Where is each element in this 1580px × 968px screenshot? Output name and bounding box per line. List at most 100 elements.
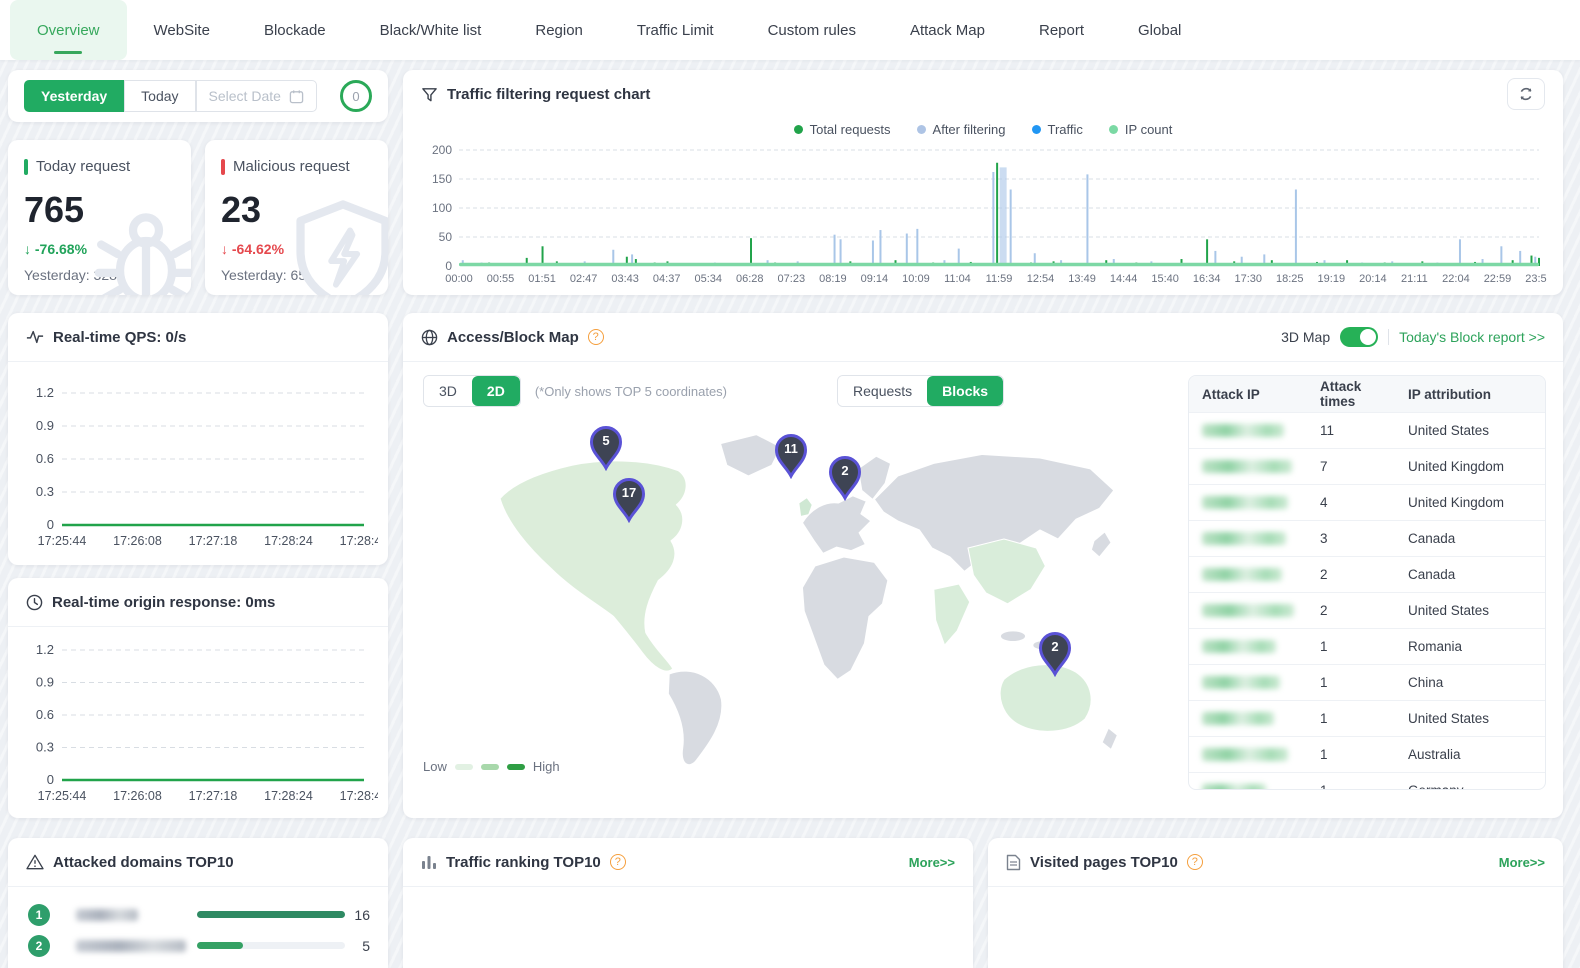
attacked-domain-row: 25 [8,930,388,961]
col-attack-ip: Attack IP [1189,387,1307,402]
legend-item-traffic[interactable]: Traffic [1032,122,1083,137]
nav-tab-custom-rules[interactable]: Custom rules [741,0,883,60]
map-help-icon[interactable]: ? [588,329,604,345]
map-mode-2d-button[interactable]: 2D [472,376,520,406]
today-button[interactable]: Today [124,80,195,112]
attacked-domains-list: 1 16 25 [8,887,388,961]
map-filter-blocks-button[interactable]: Blocks [927,376,1003,406]
refresh-button[interactable] [1507,78,1545,110]
svg-text:11:59: 11:59 [986,273,1013,285]
select-date-button[interactable]: Select Date [196,80,317,112]
ip-attribution-value: United States [1408,711,1545,726]
legend-item-total-requests[interactable]: Total requests [794,122,891,137]
attack-times-value: 1 [1320,675,1395,690]
attack-ip-row: 1 United States [1189,700,1545,736]
svg-text:11:04: 11:04 [944,273,971,285]
svg-text:08:19: 08:19 [819,273,847,285]
svg-text:04:37: 04:37 [653,273,681,285]
nav-tab-overview[interactable]: Overview [10,0,127,60]
redacted-ip [1202,496,1288,509]
malicious-request-change: ↓ -64.62% [221,241,372,257]
map-pin-australia[interactable]: 2 [1037,631,1073,677]
map-pin-canada[interactable]: 5 [588,425,624,471]
yesterday-button[interactable]: Yesterday [24,80,124,112]
attack-ip-row: 2Canada [1189,556,1545,592]
malicious-request-card: Malicious request 23 ↓ -64.62% Yesterday… [205,140,388,295]
svg-text:14:44: 14:44 [1110,273,1138,285]
svg-text:1.2: 1.2 [36,642,54,657]
nav-tab-blockade[interactable]: Blockade [237,0,353,60]
legend-swatch-high [507,764,525,770]
attack-ip-row: 1China [1189,664,1545,700]
nav-tab-black-white-list[interactable]: Black/White list [353,0,509,60]
legend-item-after-filtering[interactable]: After filtering [917,122,1006,137]
nav-tab-global[interactable]: Global [1111,0,1208,60]
map-mode-3d-button[interactable]: 3D [424,376,472,406]
svg-text:17:25:44: 17:25:44 [38,789,87,803]
visited-pages-card: Visited pages TOP10 ? More>> [988,838,1563,968]
attack-ip-row: 11United States [1189,412,1545,448]
attack-ip-row: 4United Kingdom [1189,484,1545,520]
visited-pages-help-icon[interactable]: ? [1187,854,1203,870]
attack-count-value: 16 [354,907,370,923]
svg-text:17:28:41: 17:28:41 [340,789,378,803]
nav-tab-website[interactable]: WebSite [127,0,237,60]
map-pin-united-kingdom[interactable]: 11 [773,433,809,479]
domain-bar-fill [197,911,345,918]
nav-tab-region[interactable]: Region [508,0,610,60]
nav-tab-traffic-limit[interactable]: Traffic Limit [610,0,741,60]
svg-text:0.9: 0.9 [36,675,54,690]
nav-tab-attack-map[interactable]: Attack Map [883,0,1012,60]
origin-response-title: Real-time origin response: 0ms [52,594,275,611]
map-pin-united-states[interactable]: 17 [611,477,647,523]
legend-item-ip-count[interactable]: IP count [1109,122,1172,137]
attack-ip-row: 2United States [1189,592,1545,628]
attack-ip-table-header: Attack IP Attack times IP attribution [1189,376,1545,412]
nav-tab-report[interactable]: Report [1012,0,1111,60]
redacted-ip [1202,424,1284,437]
attack-ip-row: 3Canada [1189,520,1545,556]
attack-ip-table-body[interactable]: 11United States7United Kingdom4United Ki… [1189,412,1545,790]
svg-text:0: 0 [47,772,54,787]
svg-text:17:28:24: 17:28:24 [264,789,313,803]
traffic-ranking-help-icon[interactable]: ? [610,854,626,870]
attack-times-value: 7 [1320,459,1395,474]
traffic-chart-card: Traffic filtering request chart Total re… [403,70,1563,295]
ip-attribution-value: United Kingdom [1408,495,1545,510]
svg-text:02:47: 02:47 [570,273,598,285]
svg-text:17:25:44: 17:25:44 [38,534,87,548]
world-map[interactable]: 5171122 Low High [421,413,1191,773]
redacted-ip [1202,532,1286,545]
select-date-placeholder: Select Date [209,88,281,104]
malicious-request-value: 23 [221,189,372,231]
redacted-ip [1202,460,1292,473]
today-request-change: ↓ -76.68% [24,241,175,257]
origin-plot: 1.20.90.60.3017:25:4417:26:0817:27:1817:… [18,636,378,806]
visited-pages-more-link[interactable]: More>> [1499,855,1545,870]
svg-text:200: 200 [432,144,452,157]
pin-count: 2 [1037,639,1073,654]
today-request-value: 765 [24,189,175,231]
redacted-ip [1202,676,1280,689]
pin-icon [611,477,647,523]
map-filter-requests-button[interactable]: Requests [838,376,927,406]
svg-text:0.3: 0.3 [36,484,54,499]
legend-low-label: Low [423,759,447,774]
svg-text:06:28: 06:28 [736,273,764,285]
domain-bar-track [197,942,345,949]
col-attack-times: Attack times [1307,379,1395,409]
traffic-ranking-more-link[interactable]: More>> [909,855,955,870]
map-pin-eastern-europe[interactable]: 2 [827,455,863,501]
map-3d-toggle-label: 3D Map [1281,329,1330,345]
attack-ip-table: Attack IP Attack times IP attribution 11… [1188,375,1546,790]
filter-funnel-icon [421,86,438,103]
rank-badge: 1 [28,904,50,926]
svg-text:0.6: 0.6 [36,707,54,722]
map-3d-toggle[interactable] [1340,327,1378,347]
svg-text:22:04: 22:04 [1442,273,1470,285]
svg-text:17:30: 17:30 [1234,273,1262,285]
legend-dot [1032,125,1041,134]
block-report-link[interactable]: Today's Block report >> [1399,329,1545,345]
attack-times-value: 1 [1320,711,1395,726]
redacted-ip [1202,568,1282,581]
